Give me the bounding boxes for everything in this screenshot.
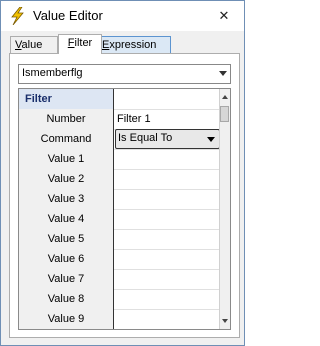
tab-filter[interactable]: Filter xyxy=(58,34,102,54)
vertical-scrollbar[interactable] xyxy=(219,89,230,329)
grid-row-label: Value 5 xyxy=(19,229,114,249)
tab-value[interactable]: Value xyxy=(10,36,58,53)
title-bar[interactable]: Value Editor ✕ xyxy=(1,1,244,31)
grid-row-label: Value 9 xyxy=(19,309,114,329)
lightning-bolt-icon xyxy=(9,6,25,26)
grid-row-value-8[interactable]: Value 8 xyxy=(19,289,220,310)
chevron-down-icon[interactable] xyxy=(219,71,227,76)
property-grid: Filter Number Filter 1 Command Is Equal … xyxy=(18,88,231,330)
scroll-up-icon[interactable] xyxy=(222,95,228,99)
value-9-field[interactable] xyxy=(115,309,220,329)
grid-row-label: Value 6 xyxy=(19,249,114,269)
grid-row-value-2[interactable]: Value 2 xyxy=(19,169,220,190)
grid-row-label: Value 1 xyxy=(19,149,114,169)
grid-row-label: Value 2 xyxy=(19,169,114,189)
grid-header-value xyxy=(115,89,220,109)
command-select[interactable]: Is Equal To xyxy=(115,129,220,149)
grid-row-value-7[interactable]: Value 7 xyxy=(19,269,220,290)
grid-row-value-4[interactable]: Value 4 xyxy=(19,209,220,230)
tab-expression[interactable]: Expression xyxy=(99,36,171,53)
grid-row-label: Value 3 xyxy=(19,189,114,209)
grid-row-value-6[interactable]: Value 6 xyxy=(19,249,220,270)
tab-expression-label: xpression xyxy=(109,39,157,51)
field-select-value: Ismemberflg xyxy=(22,67,83,79)
value-3-field[interactable] xyxy=(115,189,220,209)
command-select-value: Is Equal To xyxy=(118,132,173,144)
value-7-field[interactable] xyxy=(115,269,220,289)
scroll-thumb[interactable] xyxy=(220,106,229,122)
grid-row-label: Value 4 xyxy=(19,209,114,229)
value-2-field[interactable] xyxy=(115,169,220,189)
grid-row-label: Command xyxy=(19,129,114,149)
grid-row-label: Value 7 xyxy=(19,269,114,289)
tab-filter-label: ilter xyxy=(74,37,93,49)
grid-row-value-9[interactable]: Value 9 xyxy=(19,309,220,329)
value-editor-window: Value Editor ✕ Value Filter Expression I… xyxy=(0,0,245,346)
value-4-field[interactable] xyxy=(115,209,220,229)
chevron-down-icon[interactable] xyxy=(207,137,215,142)
grid-row-number[interactable]: Number Filter 1 xyxy=(19,109,220,130)
filter-panel: Ismemberflg Filter Number Filter 1 Comma… xyxy=(9,53,240,338)
value-8-field[interactable] xyxy=(115,289,220,309)
grid-row-command[interactable]: Command Is Equal To xyxy=(19,129,220,150)
tab-value-label: alue xyxy=(21,39,43,51)
window-title: Value Editor xyxy=(33,8,103,23)
value-6-field[interactable] xyxy=(115,249,220,269)
grid-header-label: Filter xyxy=(19,89,114,109)
number-value[interactable]: Filter 1 xyxy=(115,109,220,129)
field-select[interactable]: Ismemberflg xyxy=(18,64,231,84)
grid-row-label: Number xyxy=(19,109,114,129)
value-5-field[interactable] xyxy=(115,229,220,249)
grid-row-value-1[interactable]: Value 1 xyxy=(19,149,220,170)
close-button[interactable]: ✕ xyxy=(214,7,234,25)
grid-header-row: Filter xyxy=(19,89,220,110)
grid-row-value-3[interactable]: Value 3 xyxy=(19,189,220,210)
grid-row-label: Value 8 xyxy=(19,289,114,309)
tab-filter-mnemonic: F xyxy=(67,37,75,49)
value-1-field[interactable] xyxy=(115,149,220,169)
grid-row-value-5[interactable]: Value 5 xyxy=(19,229,220,250)
scroll-down-icon[interactable] xyxy=(222,319,228,323)
